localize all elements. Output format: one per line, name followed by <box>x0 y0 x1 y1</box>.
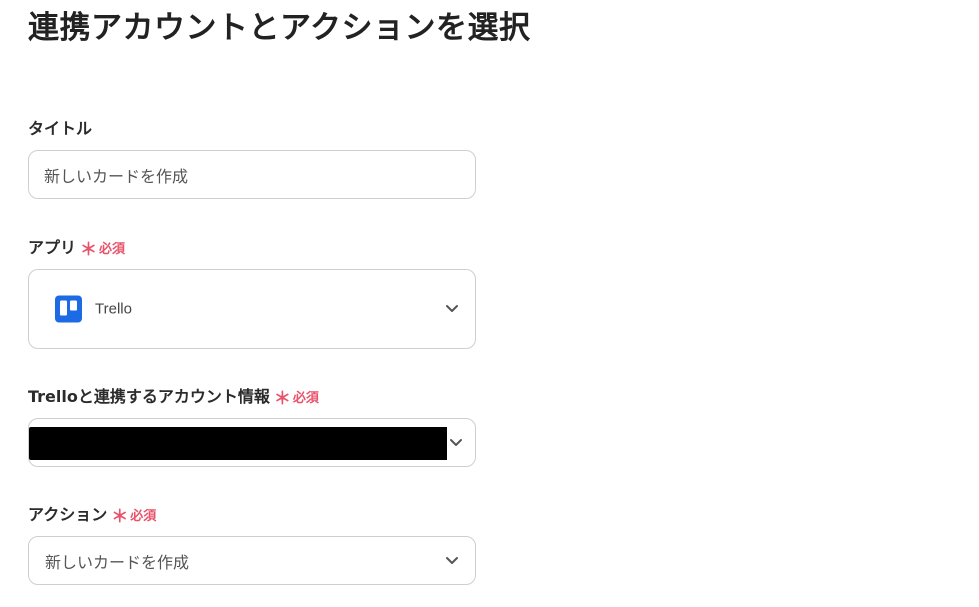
required-asterisk-icon: ＊ <box>80 240 98 260</box>
chevron-down-icon <box>446 556 458 564</box>
selected-action: 新しいカードを作成 <box>45 552 190 572</box>
action-select[interactable]: 新しいカードを作成 <box>28 536 476 585</box>
required-text: 必須 <box>130 509 157 524</box>
title-input-box <box>28 150 476 199</box>
action-field-label-text: アクション <box>28 505 108 524</box>
chevron-down-icon <box>446 305 458 312</box>
required-text: 必須 <box>99 242 126 257</box>
required-text: 必須 <box>292 391 319 406</box>
action-field-label: アクション＊必須 <box>28 504 156 528</box>
account-field-label: Trelloと連携するアカウント情報＊必須 <box>28 386 319 410</box>
title-field-label: タイトル <box>28 118 92 140</box>
title-input[interactable] <box>29 151 475 198</box>
page-title: 連携アカウントとアクションを選択 <box>28 10 531 46</box>
app-field-label: アプリ＊必須 <box>28 237 125 261</box>
app-select[interactable]: Trello <box>28 269 476 349</box>
account-select[interactable] <box>28 418 476 467</box>
required-badge: ＊必須 <box>274 386 319 410</box>
title-field-label-text: タイトル <box>28 119 93 138</box>
account-field-label-text: Trelloと連携するアカウント情報 <box>28 387 270 406</box>
required-asterisk-icon: ＊ <box>111 507 129 527</box>
redacted-account-value <box>29 427 447 460</box>
account-action-settings-page: 連携アカウントとアクションを選択 タイトル アプリ＊必須 Trello Trel… <box>0 0 979 607</box>
required-badge: ＊必須 <box>111 504 156 528</box>
required-badge: ＊必須 <box>80 237 125 261</box>
app-field-label-text: アプリ <box>28 238 77 257</box>
trello-logo-icon <box>55 295 82 323</box>
selected-app-name: Trello <box>95 300 132 318</box>
chevron-down-icon <box>450 438 462 446</box>
required-asterisk-icon: ＊ <box>273 389 291 409</box>
